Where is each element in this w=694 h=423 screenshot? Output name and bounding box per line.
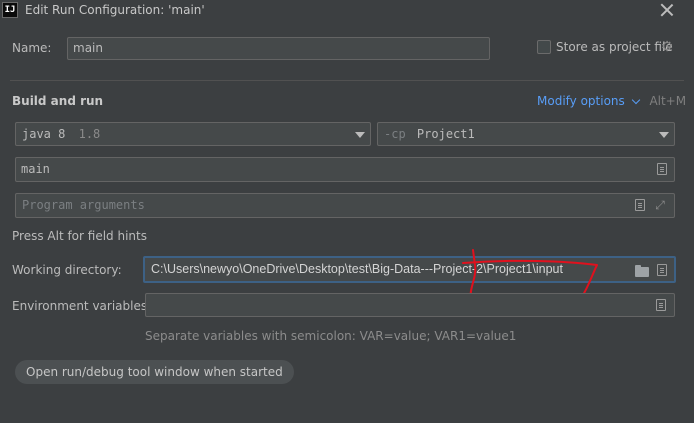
main-class-input[interactable]: main <box>15 157 675 182</box>
field-hints-label: Press Alt for field hints <box>12 229 147 243</box>
document-icon[interactable] <box>635 199 645 211</box>
chevron-down-icon <box>659 132 669 138</box>
environment-variables-input[interactable] <box>145 293 675 317</box>
classpath-module: Project1 <box>416 127 475 141</box>
chevron-down-icon <box>355 132 365 138</box>
document-icon[interactable] <box>656 299 666 311</box>
jdk-version: 1.8 <box>78 127 101 141</box>
main-class-value: main <box>21 162 50 176</box>
classpath-flag: -cp <box>384 127 406 141</box>
window-title: Edit Run Configuration: 'main' <box>25 3 205 17</box>
close-icon[interactable] <box>660 3 674 17</box>
chevron-down-icon <box>631 95 642 105</box>
name-input-value: main <box>73 41 103 55</box>
expand-icon[interactable]: ⤢ <box>654 199 666 211</box>
document-icon[interactable] <box>657 264 667 276</box>
program-arguments-input[interactable]: Program arguments ⤢ <box>15 193 675 218</box>
modify-options-button[interactable]: Modify options Alt+M <box>537 94 686 108</box>
environment-variables-label: Environment variables: <box>12 299 152 313</box>
name-input[interactable]: main <box>67 37 490 60</box>
program-arguments-placeholder: Program arguments <box>22 198 145 212</box>
name-label: Name: <box>12 41 52 55</box>
working-directory-label: Working directory: <box>12 263 122 277</box>
environment-variables-hint: Separate variables with semicolon: VAR=v… <box>145 329 517 343</box>
open-tool-window-option[interactable]: Open run/debug tool window when started <box>15 360 294 384</box>
store-as-project-file-label: Store as project file <box>556 40 673 54</box>
document-icon[interactable] <box>657 163 667 175</box>
intellij-app-icon: IJ <box>2 2 18 18</box>
modify-options-label: Modify options <box>537 94 625 108</box>
title-bar: IJ Edit Run Configuration: 'main' <box>0 0 694 25</box>
build-and-run-heading: Build and run <box>12 94 104 108</box>
modify-options-shortcut: Alt+M <box>649 94 687 108</box>
store-as-project-file-checkbox[interactable] <box>537 40 551 54</box>
divider <box>10 80 684 81</box>
folder-icon[interactable] <box>635 265 649 277</box>
jdk-name: java 8 <box>22 127 66 141</box>
jdk-select[interactable]: java 8 1.8 <box>15 122 371 146</box>
gear-icon[interactable]: ⚙ <box>659 39 675 55</box>
classpath-module-select[interactable]: -cp Project1 <box>377 122 675 146</box>
